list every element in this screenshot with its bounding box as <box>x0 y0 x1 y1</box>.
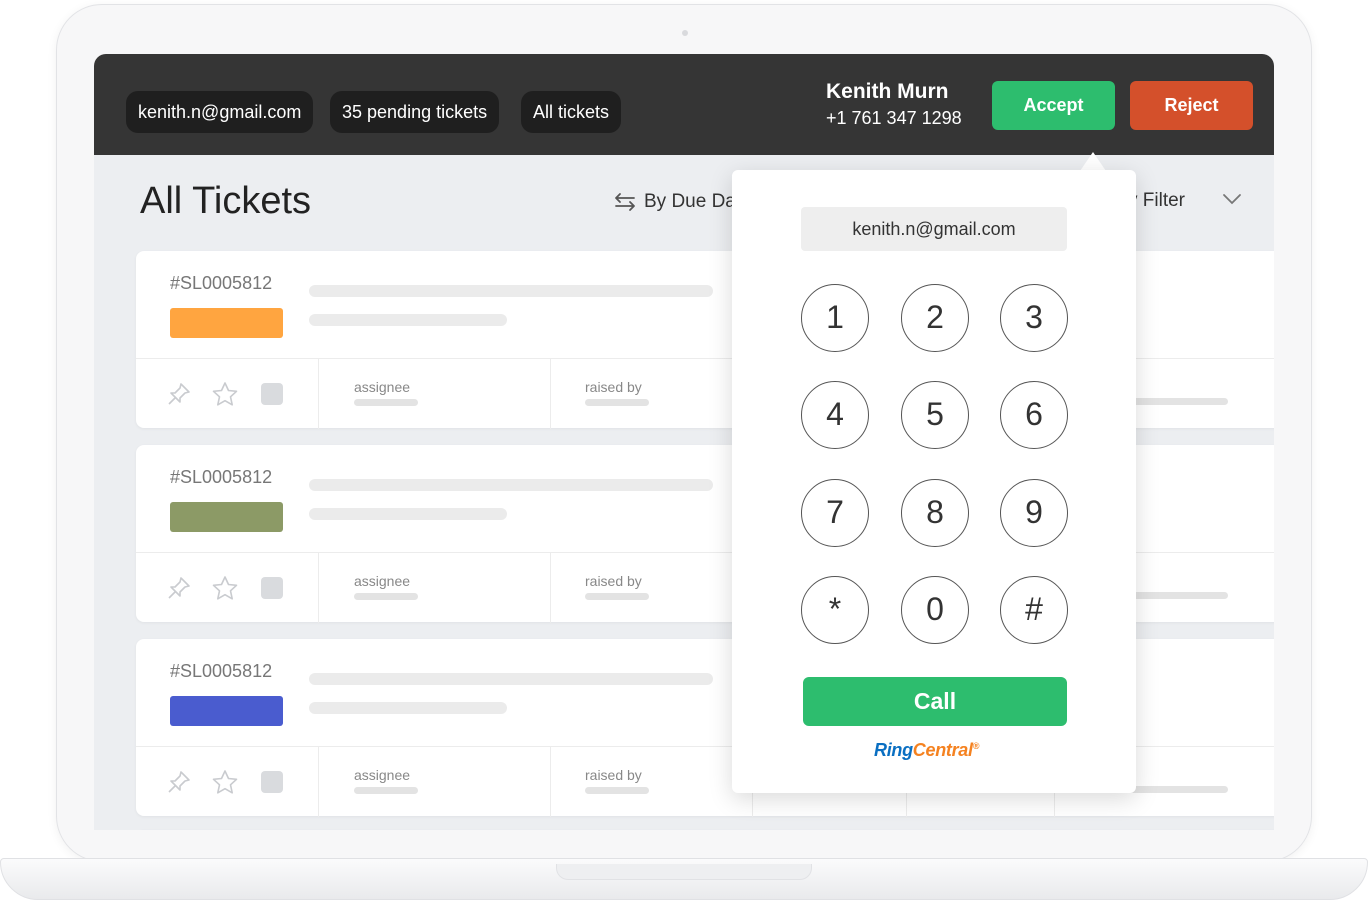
divider <box>318 553 319 623</box>
raised-by-placeholder <box>585 787 649 794</box>
dial-key-3[interactable]: 3 <box>1000 284 1068 352</box>
assignee-label: assignee <box>354 379 411 395</box>
title-placeholder <box>309 479 713 491</box>
pin-icon[interactable] <box>166 381 192 407</box>
assignee-label: assignee <box>354 767 411 783</box>
ticket-tag <box>170 502 283 532</box>
assignee-placeholder <box>354 399 418 406</box>
page-title: All Tickets <box>140 180 312 222</box>
dialer-email-field[interactable]: kenith.n@gmail.com <box>801 207 1067 251</box>
dial-key-0[interactable]: 0 <box>901 576 969 644</box>
call-button[interactable]: Call <box>803 677 1067 726</box>
raised-by-placeholder <box>585 593 649 600</box>
dial-key-6[interactable]: 6 <box>1000 381 1068 449</box>
dial-key-4[interactable]: 4 <box>801 381 869 449</box>
caller-name: Kenith Murn <box>826 80 949 103</box>
filter-label[interactable]: y Filter <box>1128 190 1185 212</box>
select-checkbox[interactable] <box>261 771 283 793</box>
divider <box>550 553 551 623</box>
star-icon[interactable] <box>211 575 239 601</box>
subtitle-placeholder <box>309 508 507 520</box>
call-topbar: kenith.n@gmail.com 35 pending tickets Al… <box>94 54 1274 155</box>
select-checkbox[interactable] <box>261 577 283 599</box>
caller-phone: +1 761 347 1298 <box>826 108 962 128</box>
assignee-label: assignee <box>354 573 411 589</box>
dial-key-7[interactable]: 7 <box>801 479 869 547</box>
dial-key-2[interactable]: 2 <box>901 284 969 352</box>
all-tickets-pill[interactable]: All tickets <box>521 91 622 133</box>
brand-central: Central <box>912 740 973 760</box>
accept-button[interactable]: Accept <box>992 81 1115 130</box>
ticket-tag <box>170 308 283 338</box>
dial-key-9[interactable]: 9 <box>1000 479 1068 547</box>
select-checkbox[interactable] <box>261 383 283 405</box>
brand-reg: ® <box>972 741 980 751</box>
dial-key-5[interactable]: 5 <box>901 381 969 449</box>
divider <box>550 747 551 817</box>
ticket-id: #SL0005812 <box>170 273 273 293</box>
brand-ring: Ring <box>874 740 913 760</box>
swap-arrows-icon <box>615 193 635 211</box>
dialer-popover: kenith.n@gmail.com 1 2 3 4 5 6 7 8 9 * 0… <box>732 170 1136 793</box>
ringcentral-logo: RingCentral® <box>874 740 979 761</box>
pin-icon[interactable] <box>166 769 192 795</box>
pending-tickets-pill[interactable]: 35 pending tickets <box>330 91 500 133</box>
title-placeholder <box>309 285 713 297</box>
sort-button[interactable]: By Due Da <box>614 190 736 214</box>
dialer-caret <box>1080 152 1106 171</box>
assignee-placeholder <box>354 787 418 794</box>
laptop-notch <box>556 864 812 880</box>
raised-by-label: raised by <box>585 767 642 783</box>
email-pill[interactable]: kenith.n@gmail.com <box>126 91 314 133</box>
reject-button[interactable]: Reject <box>1130 81 1253 130</box>
raised-by-placeholder <box>585 399 649 406</box>
divider <box>318 747 319 817</box>
subtitle-placeholder <box>309 702 507 714</box>
ticket-id: #SL0005812 <box>170 661 273 681</box>
ticket-id: #SL0005812 <box>170 467 273 487</box>
chevron-down-icon[interactable] <box>1222 192 1242 206</box>
sort-label: By Due Da <box>644 191 736 212</box>
raised-by-label: raised by <box>585 379 642 395</box>
divider <box>318 359 319 429</box>
dial-key-1[interactable]: 1 <box>801 284 869 352</box>
dial-key-8[interactable]: 8 <box>901 479 969 547</box>
divider <box>550 359 551 429</box>
dial-key-star[interactable]: * <box>801 576 869 644</box>
star-icon[interactable] <box>211 769 239 795</box>
dial-key-hash[interactable]: # <box>1000 576 1068 644</box>
star-icon[interactable] <box>211 381 239 407</box>
title-placeholder <box>309 673 713 685</box>
camera-dot <box>682 30 688 36</box>
subtitle-placeholder <box>309 314 507 326</box>
ticket-tag <box>170 696 283 726</box>
assignee-placeholder <box>354 593 418 600</box>
raised-by-label: raised by <box>585 573 642 589</box>
pin-icon[interactable] <box>166 575 192 601</box>
